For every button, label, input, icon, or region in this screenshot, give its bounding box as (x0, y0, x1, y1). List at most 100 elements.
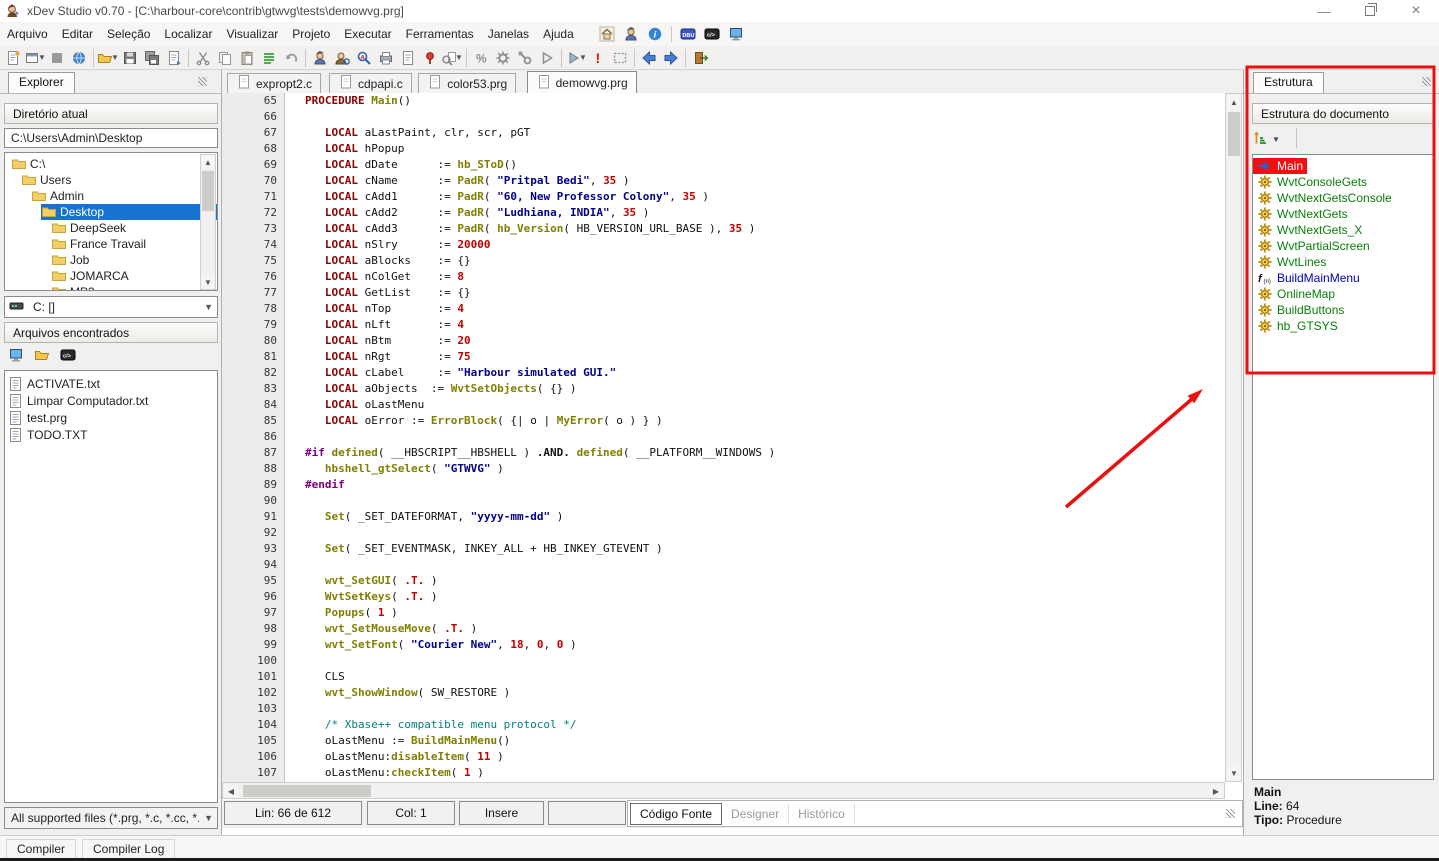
file-item-activatetxt[interactable]: ACTIVATE.txt (5, 375, 217, 392)
new-file-button[interactable] (2, 48, 24, 68)
console-button-icon[interactable]: c/> (700, 24, 724, 44)
compile-file-button[interactable]: % (470, 48, 492, 68)
new-project-button[interactable]: ▼ (24, 48, 46, 68)
tree-item-c[interactable]: C:\ (11, 156, 217, 172)
editor-tab-demowvg.prg[interactable]: demowvg.prg (527, 71, 637, 94)
document-info-button[interactable] (397, 48, 419, 68)
format-source-button[interactable] (258, 48, 280, 68)
record-macro-button[interactable] (419, 48, 441, 68)
menu-janelas[interactable]: Janelas (481, 24, 536, 44)
file-item-limparcomputadortxt[interactable]: Limpar Computador.txt (5, 392, 217, 409)
cut-button[interactable] (192, 48, 214, 68)
save-all-button[interactable] (141, 48, 163, 68)
reload-file-button[interactable] (163, 48, 185, 68)
tree-item-users[interactable]: Users (21, 172, 217, 188)
close-icon[interactable]: × (1393, 0, 1439, 22)
build-project-button[interactable] (492, 48, 514, 68)
menu-editar[interactable]: Editar (55, 24, 100, 44)
menu-arquivo[interactable]: Arquivo (0, 24, 55, 44)
status-close-icon[interactable] (1226, 809, 1235, 818)
exit-button[interactable] (689, 48, 711, 68)
view-tab-código-fonte[interactable]: Código Fonte (630, 803, 722, 825)
about-button-icon[interactable]: i (643, 24, 667, 44)
menu-executar[interactable]: Executar (337, 24, 398, 44)
open-file-button[interactable]: ▼ (97, 48, 119, 68)
view-tab-designer[interactable]: Designer (722, 804, 789, 824)
run-button[interactable]: ▼ (565, 48, 587, 68)
stop-button[interactable] (46, 48, 68, 68)
structure-item-wvtpartialscreen[interactable]: WvtPartialScreen (1253, 238, 1374, 254)
save-file-button[interactable] (119, 48, 141, 68)
minimize-icon[interactable]: — (1301, 0, 1347, 22)
current-path-field[interactable]: C:\Users\Admin\Desktop (4, 128, 218, 148)
structure-item-hb_gtsys[interactable]: hb_GTSYS (1253, 318, 1342, 334)
run-to-cursor-button[interactable] (536, 48, 558, 68)
file-filter-selector[interactable]: All supported files (*.prg, *.c, *.cc, *… (4, 807, 218, 829)
structure-item-wvtconsolegets[interactable]: WvtConsoleGets (1253, 174, 1371, 190)
tree-item-desktop[interactable]: Desktop (41, 204, 217, 220)
tree-scrollbar[interactable]: ▲ ▼ (200, 154, 216, 290)
stop-execution-button[interactable]: ! (587, 48, 609, 68)
editor-tab-color53.prg[interactable]: color53.prg (418, 73, 516, 93)
menu-seleção[interactable]: Seleção (100, 24, 157, 44)
menu-projeto[interactable]: Projeto (285, 24, 337, 44)
navigate-back-button[interactable] (638, 48, 660, 68)
structure-item-wvtnextgets_x[interactable]: WvtNextGets_X (1253, 222, 1366, 238)
tree-item-francetravail[interactable]: France Travail (51, 236, 217, 252)
structure-item-wvtnextgetsconsole[interactable]: WvtNextGetsConsole (1253, 190, 1396, 206)
editor-tab-cdpapi.c[interactable]: cdpapi.c (329, 73, 412, 93)
code-text (285, 701, 305, 717)
copy-button[interactable] (214, 48, 236, 68)
editor-tab-expropt2.c[interactable]: expropt2.c (227, 73, 321, 93)
menu-ajuda[interactable]: Ajuda (536, 24, 581, 44)
structure-item-wvtnextgets[interactable]: WvtNextGets (1253, 206, 1352, 222)
find-in-files-button[interactable]: ▼ (441, 48, 463, 68)
navigate-forward-button[interactable] (660, 48, 682, 68)
folder-source-icon[interactable] (34, 347, 50, 363)
home-button-icon[interactable] (595, 24, 619, 44)
structure-item-wvtlines[interactable]: WvtLines (1253, 254, 1330, 270)
undo-button[interactable] (280, 48, 302, 68)
editor-hscrollbar[interactable]: ◀ ▶ (222, 782, 1225, 799)
structure-item-main[interactable]: Main (1253, 158, 1307, 174)
gt-button-icon[interactable] (724, 24, 748, 44)
file-item-testprg[interactable]: test.prg (5, 409, 217, 426)
print-button[interactable] (375, 48, 397, 68)
file-item-todotxt[interactable]: TODO.TXT (5, 426, 217, 443)
bottom-tab-compiler-log[interactable]: Compiler Log (82, 839, 175, 859)
find-button[interactable]: A (353, 48, 375, 68)
panel-close-icon[interactable] (198, 77, 207, 86)
tree-item-deepseek[interactable]: DeepSeek (51, 220, 217, 236)
search-assistant-button[interactable] (309, 48, 331, 68)
code-source-icon[interactable]: c/> (60, 347, 76, 363)
tab-explorer[interactable]: Explorer (8, 72, 75, 93)
paste-button[interactable] (236, 48, 258, 68)
drive-selector[interactable]: C: [] ▼ (4, 296, 218, 318)
replace-assistant-button[interactable] (331, 48, 353, 68)
bottom-tab-compiler[interactable]: Compiler (6, 839, 76, 859)
view-tab-histórico[interactable]: Histórico (789, 804, 855, 824)
assistant-button-icon[interactable] (619, 24, 643, 44)
rebuild-project-button[interactable] (514, 48, 536, 68)
tree-item-mp3[interactable]: MP3 (51, 284, 217, 291)
dbu-button-icon[interactable]: DBU (676, 24, 700, 44)
select-block-button[interactable] (609, 48, 631, 68)
structure-item-buildbuttons[interactable]: BuildButtons (1253, 302, 1348, 318)
desktop-source-icon[interactable] (8, 347, 24, 363)
tree-item-admin[interactable]: Admin (31, 188, 217, 204)
code-view[interactable]: 65PROCEDURE Main()6667 LOCAL aLastPaint,… (222, 93, 1225, 782)
sort-button[interactable]: ▼ (1252, 129, 1288, 149)
structure-item-onlinemap[interactable]: OnlineMap (1253, 286, 1339, 302)
tree-item-job[interactable]: Job (51, 252, 217, 268)
menu-localizar[interactable]: Localizar (157, 24, 219, 44)
web-home-button[interactable] (68, 48, 90, 68)
tab-structure[interactable]: Estrutura (1253, 72, 1324, 93)
editor-vscrollbar[interactable]: ▲ ▼ (1225, 93, 1242, 782)
structure-item-buildmainmenu[interactable]: f(n)BuildMainMenu (1253, 270, 1364, 286)
menu-visualizar[interactable]: Visualizar (219, 24, 285, 44)
structure-close-icon[interactable] (1422, 77, 1431, 86)
tree-item-jomarca[interactable]: JOMARCA (51, 268, 217, 284)
line-number: 88 (222, 461, 285, 477)
menu-ferramentas[interactable]: Ferramentas (399, 24, 481, 44)
restore-icon[interactable] (1347, 0, 1393, 22)
